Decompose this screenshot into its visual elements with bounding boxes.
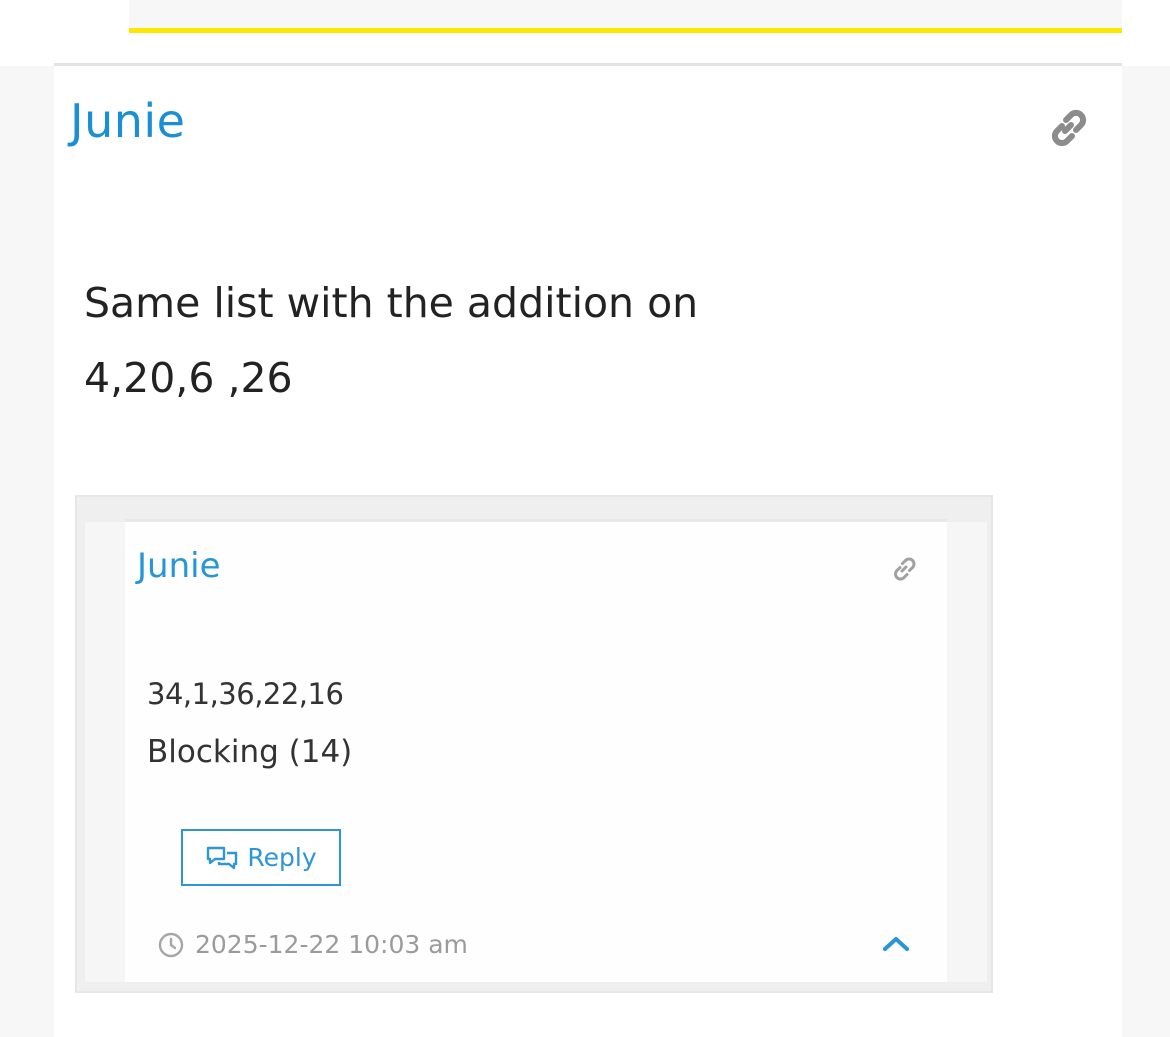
embedded-author: Junie — [137, 546, 221, 586]
embedded-screenshot[interactable]: Junie 34,1,36,22,16 Blocking (14) Reply … — [75, 495, 993, 993]
post-body-line: Same list with the addition on — [84, 279, 699, 327]
post-body: Same list with the addition on 4,20,6 ,2… — [84, 266, 698, 416]
embedded-text-line: Blocking (14) — [147, 734, 353, 770]
chat-bubbles-icon — [205, 844, 239, 872]
embedded-timestamp: 2025-12-22 10:03 am — [195, 930, 468, 959]
chevron-up-icon — [879, 930, 913, 956]
clock-icon — [157, 931, 185, 959]
highlight-bar — [129, 28, 1122, 33]
top-strip — [129, 0, 1122, 28]
embedded-post-card: Junie 34,1,36,22,16 Blocking (14) Reply … — [85, 519, 987, 982]
post-card: Junie Same list with the addition on 4,2… — [0, 63, 1170, 1037]
link-icon[interactable] — [1044, 104, 1092, 152]
embedded-reply-label: Reply — [247, 843, 317, 872]
link-icon — [887, 552, 921, 586]
embedded-reply-button: Reply — [181, 829, 341, 886]
embedded-text-line: 34,1,36,22,16 — [147, 677, 344, 711]
post-author-link[interactable]: Junie — [70, 94, 185, 148]
post-body-line: 4,20,6 ,26 — [84, 354, 293, 402]
embedded-meta: 2025-12-22 10:03 am — [157, 930, 468, 959]
